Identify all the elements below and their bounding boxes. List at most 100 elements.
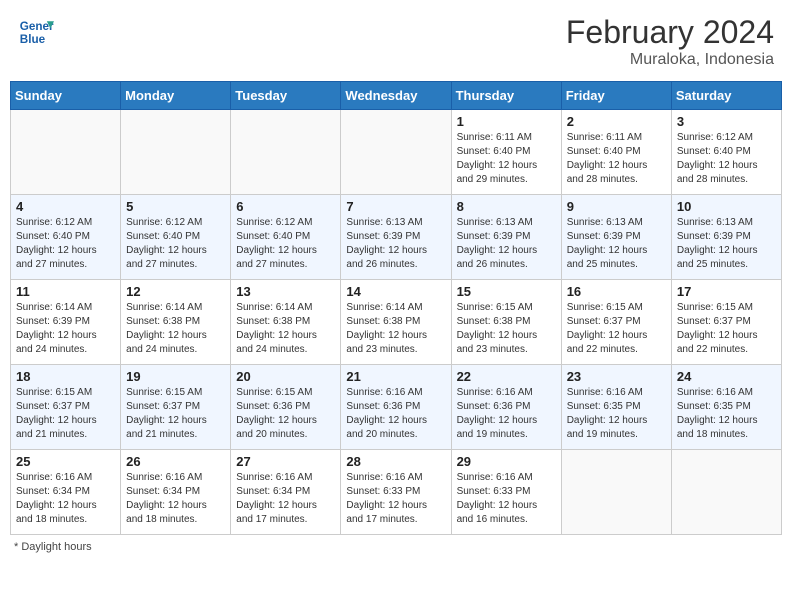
calendar-cell: 12 Sunrise: 6:14 AM Sunset: 6:38 PM Dayli… <box>121 280 231 365</box>
footer-note: * Daylight hours <box>10 541 782 553</box>
page-header: General Blue February 2024 Muraloka, Ind… <box>10 10 782 73</box>
day-number: 18 <box>16 369 115 384</box>
calendar-cell: 28 Sunrise: 6:16 AM Sunset: 6:33 PM Dayli… <box>341 450 451 535</box>
day-number: 10 <box>677 199 776 214</box>
day-number: 29 <box>457 454 556 469</box>
day-number: 1 <box>457 114 556 129</box>
calendar-cell <box>561 450 671 535</box>
day-info: Sunrise: 6:16 AM Sunset: 6:35 PM Dayligh… <box>677 386 776 442</box>
day-number: 12 <box>126 284 225 299</box>
calendar-cell: 24 Sunrise: 6:16 AM Sunset: 6:35 PM Dayli… <box>671 365 781 450</box>
day-info: Sunrise: 6:12 AM Sunset: 6:40 PM Dayligh… <box>16 216 115 272</box>
logo: General Blue <box>18 14 54 50</box>
day-number: 15 <box>457 284 556 299</box>
calendar-cell <box>11 110 121 195</box>
day-info: Sunrise: 6:16 AM Sunset: 6:36 PM Dayligh… <box>457 386 556 442</box>
day-info: Sunrise: 6:16 AM Sunset: 6:34 PM Dayligh… <box>16 471 115 527</box>
calendar-cell: 17 Sunrise: 6:15 AM Sunset: 6:37 PM Dayli… <box>671 280 781 365</box>
calendar-cell: 1 Sunrise: 6:11 AM Sunset: 6:40 PM Daylig… <box>451 110 561 195</box>
day-info: Sunrise: 6:14 AM Sunset: 6:38 PM Dayligh… <box>126 301 225 357</box>
calendar-cell: 25 Sunrise: 6:16 AM Sunset: 6:34 PM Dayli… <box>11 450 121 535</box>
calendar-cell: 22 Sunrise: 6:16 AM Sunset: 6:36 PM Dayli… <box>451 365 561 450</box>
day-number: 19 <box>126 369 225 384</box>
day-number: 22 <box>457 369 556 384</box>
day-info: Sunrise: 6:13 AM Sunset: 6:39 PM Dayligh… <box>457 216 556 272</box>
calendar-cell: 26 Sunrise: 6:16 AM Sunset: 6:34 PM Dayli… <box>121 450 231 535</box>
col-header-sunday: Sunday <box>11 82 121 110</box>
day-number: 8 <box>457 199 556 214</box>
calendar-cell <box>341 110 451 195</box>
calendar-cell: 2 Sunrise: 6:11 AM Sunset: 6:40 PM Daylig… <box>561 110 671 195</box>
day-number: 4 <box>16 199 115 214</box>
logo-icon: General Blue <box>18 14 54 50</box>
calendar-cell: 29 Sunrise: 6:16 AM Sunset: 6:33 PM Dayli… <box>451 450 561 535</box>
calendar-cell: 7 Sunrise: 6:13 AM Sunset: 6:39 PM Daylig… <box>341 195 451 280</box>
day-number: 16 <box>567 284 666 299</box>
day-number: 20 <box>236 369 335 384</box>
day-info: Sunrise: 6:13 AM Sunset: 6:39 PM Dayligh… <box>346 216 445 272</box>
col-header-friday: Friday <box>561 82 671 110</box>
day-info: Sunrise: 6:16 AM Sunset: 6:33 PM Dayligh… <box>346 471 445 527</box>
calendar-cell: 21 Sunrise: 6:16 AM Sunset: 6:36 PM Dayli… <box>341 365 451 450</box>
day-info: Sunrise: 6:15 AM Sunset: 6:37 PM Dayligh… <box>677 301 776 357</box>
calendar-cell <box>121 110 231 195</box>
day-number: 9 <box>567 199 666 214</box>
svg-text:Blue: Blue <box>20 33 46 46</box>
calendar-cell: 15 Sunrise: 6:15 AM Sunset: 6:38 PM Dayli… <box>451 280 561 365</box>
calendar-cell: 27Sunrise: 6:16 AM Sunset: 6:34 PM Dayli… <box>231 450 341 535</box>
calendar-cell: 23 Sunrise: 6:16 AM Sunset: 6:35 PM Dayli… <box>561 365 671 450</box>
calendar-cell: 14 Sunrise: 6:14 AM Sunset: 6:38 PM Dayli… <box>341 280 451 365</box>
calendar-cell: 18 Sunrise: 6:15 AM Sunset: 6:37 PM Dayli… <box>11 365 121 450</box>
day-number: 3 <box>677 114 776 129</box>
calendar-cell: 4 Sunrise: 6:12 AM Sunset: 6:40 PM Daylig… <box>11 195 121 280</box>
col-header-thursday: Thursday <box>451 82 561 110</box>
day-number: 24 <box>677 369 776 384</box>
calendar-cell: 13Sunrise: 6:14 AM Sunset: 6:38 PM Dayli… <box>231 280 341 365</box>
day-number: 28 <box>346 454 445 469</box>
day-number: 11 <box>16 284 115 299</box>
day-number: 25 <box>16 454 115 469</box>
day-info: Sunrise: 6:15 AM Sunset: 6:37 PM Dayligh… <box>16 386 115 442</box>
day-info: Sunrise: 6:16 AM Sunset: 6:36 PM Dayligh… <box>346 386 445 442</box>
calendar-cell: 20 Sunrise: 6:15 AM Sunset: 6:36 PM Dayli… <box>231 365 341 450</box>
calendar-cell: 6Sunrise: 6:12 AM Sunset: 6:40 PM Daylig… <box>231 195 341 280</box>
day-info: Sunrise: 6:15 AM Sunset: 6:38 PM Dayligh… <box>457 301 556 357</box>
day-info: Sunrise: 6:11 AM Sunset: 6:40 PM Dayligh… <box>567 131 666 187</box>
day-info: Sunrise: 6:15 AM Sunset: 6:36 PM Dayligh… <box>236 386 335 442</box>
calendar-cell <box>671 450 781 535</box>
day-number: 27 <box>236 454 335 469</box>
day-info: Sunrise: 6:12 AM Sunset: 6:40 PM Dayligh… <box>677 131 776 187</box>
day-number: 7 <box>346 199 445 214</box>
calendar-cell: 10Sunrise: 6:13 AM Sunset: 6:39 PM Dayli… <box>671 195 781 280</box>
calendar-cell <box>231 110 341 195</box>
day-number: 21 <box>346 369 445 384</box>
day-number: 2 <box>567 114 666 129</box>
col-header-saturday: Saturday <box>671 82 781 110</box>
calendar-cell: 3 Sunrise: 6:12 AM Sunset: 6:40 PM Daylig… <box>671 110 781 195</box>
calendar-cell: 16 Sunrise: 6:15 AM Sunset: 6:37 PM Dayli… <box>561 280 671 365</box>
col-header-wednesday: Wednesday <box>341 82 451 110</box>
day-number: 5 <box>126 199 225 214</box>
day-info: Sunrise: 6:14 AM Sunset: 6:39 PM Dayligh… <box>16 301 115 357</box>
day-info: Sunrise: 6:16 AM Sunset: 6:35 PM Dayligh… <box>567 386 666 442</box>
month-year-title: February 2024 <box>566 14 774 51</box>
title-section: February 2024 Muraloka, Indonesia <box>566 14 774 69</box>
day-info: Sunrise: 6:16 AM Sunset: 6:33 PM Dayligh… <box>457 471 556 527</box>
day-number: 17 <box>677 284 776 299</box>
calendar-cell: 5Sunrise: 6:12 AM Sunset: 6:40 PM Daylig… <box>121 195 231 280</box>
day-info: Sunrise: 6:16 AM Sunset: 6:34 PM Dayligh… <box>126 471 225 527</box>
day-info: Sunrise: 6:15 AM Sunset: 6:37 PM Dayligh… <box>567 301 666 357</box>
day-number: 13 <box>236 284 335 299</box>
col-header-monday: Monday <box>121 82 231 110</box>
day-number: 6 <box>236 199 335 214</box>
calendar-cell: 11 Sunrise: 6:14 AM Sunset: 6:39 PM Dayli… <box>11 280 121 365</box>
calendar-table: SundayMondayTuesdayWednesdayThursdayFrid… <box>10 81 782 535</box>
day-info: Sunrise: 6:14 AM Sunset: 6:38 PM Dayligh… <box>346 301 445 357</box>
calendar-cell: 8 Sunrise: 6:13 AM Sunset: 6:39 PM Daylig… <box>451 195 561 280</box>
day-number: 26 <box>126 454 225 469</box>
day-number: 14 <box>346 284 445 299</box>
day-info: Sunrise: 6:13 AM Sunset: 6:39 PM Dayligh… <box>567 216 666 272</box>
day-number: 23 <box>567 369 666 384</box>
calendar-cell: 9 Sunrise: 6:13 AM Sunset: 6:39 PM Daylig… <box>561 195 671 280</box>
day-info: Sunrise: 6:11 AM Sunset: 6:40 PM Dayligh… <box>457 131 556 187</box>
